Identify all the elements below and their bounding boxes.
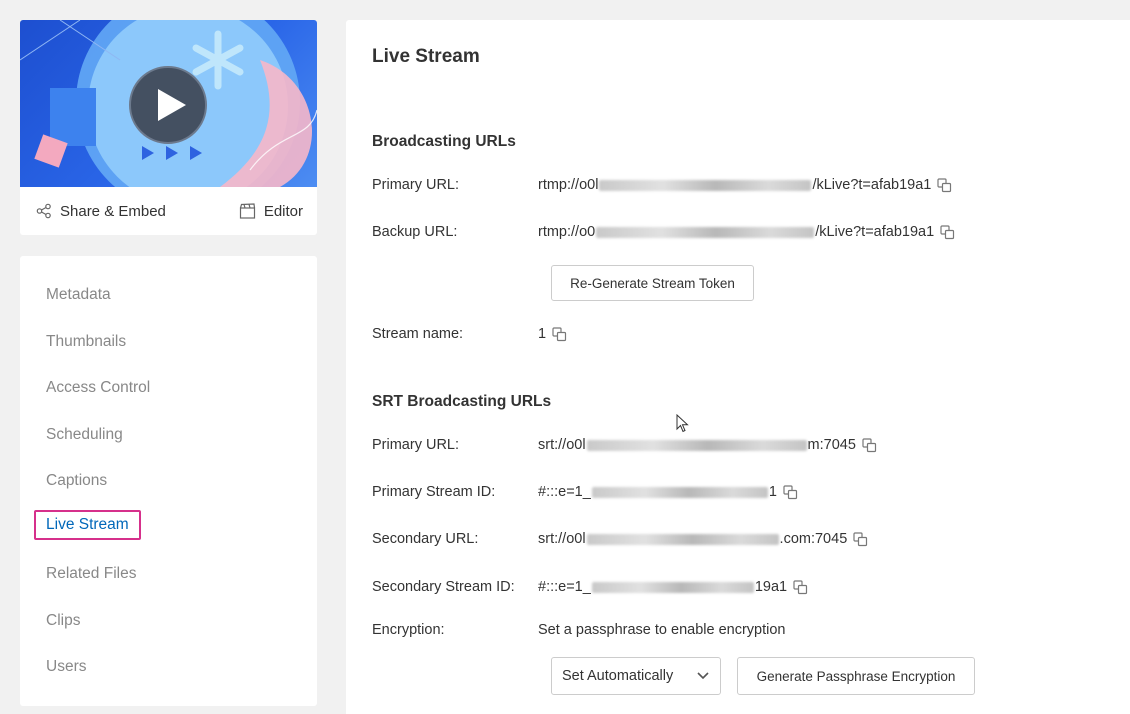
copy-icon[interactable] (937, 177, 952, 193)
primary-url-suffix: /kLive?t=afab19a1 (812, 177, 932, 193)
srt-secondary-stream-id-value: #:::e=1_ 19a1 (538, 579, 808, 595)
backup-url-prefix: rtmp://o0 (538, 224, 596, 240)
live-stream-panel: Live Stream Broadcasting URLs Primary UR… (346, 20, 1130, 714)
srt-secondary-stream-id-label: Secondary Stream ID: (372, 579, 515, 595)
page-title: Live Stream (372, 46, 480, 67)
editor-icon (239, 203, 255, 219)
srt-primary-url-prefix: srt://o0l (538, 437, 586, 453)
backup-url-label: Backup URL: (372, 224, 458, 240)
srt-primary-url-value: srt://o0l m:7045 (538, 437, 877, 453)
encryption-mode-value: Set Automatically (562, 668, 674, 684)
redacted-text (596, 226, 815, 238)
srt-secondary-stream-id-suffix: 19a1 (754, 579, 788, 595)
srt-primary-url-label: Primary URL: (372, 437, 460, 453)
nav-item-metadata[interactable]: Metadata (46, 286, 111, 304)
mouse-pointer-icon (676, 414, 689, 433)
generate-passphrase-button[interactable]: Generate Passphrase Encryption (737, 657, 975, 695)
editor-button[interactable]: Editor (239, 203, 303, 220)
thumbnail-actions: Share & Embed Editor (20, 187, 317, 235)
copy-icon[interactable] (552, 326, 567, 342)
editor-label: Editor (263, 202, 303, 220)
play-icon[interactable] (128, 65, 208, 145)
encryption-hint: Set a passphrase to enable encryption (538, 622, 786, 638)
srt-broadcasting-urls-heading: SRT Broadcasting URLs (372, 393, 552, 410)
copy-icon[interactable] (940, 224, 955, 240)
srt-secondary-url-value: srt://o0l .com:7045 (538, 531, 868, 547)
nav-item-users[interactable]: Users (46, 658, 86, 676)
backup-url-value: rtmp://o0 /kLive?t=afab19a1 (538, 224, 955, 240)
encryption-mode-select[interactable]: Set Automatically (551, 657, 721, 695)
regenerate-stream-token-button[interactable]: Re-Generate Stream Token (551, 265, 754, 301)
stream-name-text: 1 (538, 326, 547, 342)
share-icon (36, 203, 51, 219)
srt-primary-stream-id-suffix: 1 (768, 484, 777, 500)
copy-icon[interactable] (862, 437, 877, 453)
chevron-down-icon (697, 672, 709, 680)
srt-primary-stream-id-prefix: #:::e=1_ (538, 484, 591, 500)
stream-name-label: Stream name: (372, 326, 464, 342)
srt-primary-stream-id-value: #:::e=1_ 1 (538, 484, 798, 500)
video-thumbnail[interactable] (20, 20, 317, 187)
primary-url-prefix: rtmp://o0l (538, 177, 599, 193)
entry-sections-nav: Metadata Thumbnails Access Control Sched… (20, 256, 317, 706)
redacted-text (586, 533, 779, 545)
primary-url-value: rtmp://o0l /kLive?t=afab19a1 (538, 177, 952, 193)
nav-item-captions[interactable]: Captions (46, 472, 107, 490)
redacted-text (591, 486, 768, 498)
copy-icon[interactable] (853, 531, 868, 547)
nav-item-access-control[interactable]: Access Control (46, 379, 150, 397)
nav-item-related-files[interactable]: Related Files (46, 565, 136, 583)
nav-item-scheduling[interactable]: Scheduling (46, 426, 123, 444)
backup-url-suffix: /kLive?t=afab19a1 (815, 224, 935, 240)
srt-secondary-url-suffix: .com:7045 (779, 531, 848, 547)
redacted-text (591, 581, 754, 593)
copy-icon[interactable] (793, 579, 808, 595)
share-embed-label: Share & Embed (60, 202, 166, 220)
entry-thumbnail-card: Share & Embed Editor (20, 20, 317, 235)
nav-item-thumbnails[interactable]: Thumbnails (46, 333, 126, 351)
stream-name-value: 1 (538, 326, 567, 342)
primary-url-label: Primary URL: (372, 177, 460, 193)
nav-item-clips[interactable]: Clips (46, 612, 80, 630)
srt-secondary-url-label: Secondary URL: (372, 531, 479, 547)
srt-secondary-stream-id-prefix: #:::e=1_ (538, 579, 591, 595)
redacted-text (586, 439, 807, 451)
srt-primary-stream-id-label: Primary Stream ID: (372, 484, 496, 500)
share-embed-button[interactable]: Share & Embed (36, 203, 166, 220)
copy-icon[interactable] (783, 484, 798, 500)
srt-secondary-url-prefix: srt://o0l (538, 531, 586, 547)
broadcasting-urls-heading: Broadcasting URLs (372, 133, 516, 150)
encryption-label: Encryption: (372, 622, 445, 638)
redacted-text (599, 179, 812, 191)
nav-item-live-stream[interactable]: Live Stream (34, 510, 141, 540)
srt-primary-url-suffix: m:7045 (807, 437, 856, 453)
